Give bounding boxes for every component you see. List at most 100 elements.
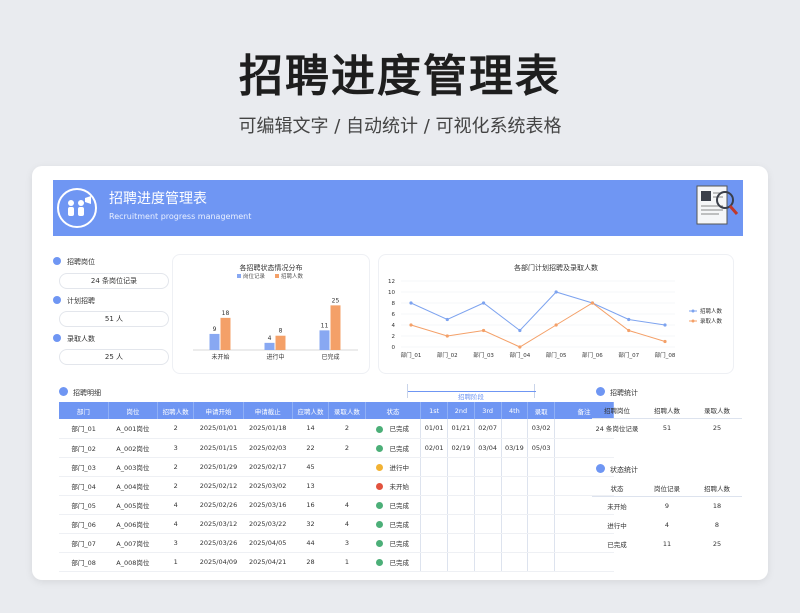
table-cell (420, 533, 448, 553)
column-header[interactable]: 3rd (474, 402, 502, 419)
table-cell: 已完成 (607, 540, 627, 549)
table-cell: 4 (664, 520, 670, 529)
column-header[interactable]: 应聘人数 (292, 402, 330, 419)
table-cell: A_001岗位 (108, 419, 158, 439)
table-cell: 01/21 (447, 419, 475, 439)
table-cell: 25 (712, 423, 722, 432)
legend-label: 招聘人数 (700, 307, 723, 315)
column-header[interactable]: 录取 (527, 402, 556, 419)
table-row[interactable]: 部门_06 A_006岗位 4 2025/03/12 2025/03/22 32 4 已完成 (59, 514, 614, 534)
table-row: 未开始 9 18 (592, 496, 742, 515)
table-cell (420, 476, 448, 496)
x-tick-label: 进行中 (266, 353, 284, 361)
x-tick-label: 部门_01 (401, 351, 422, 359)
table-cell: 2025/01/15 (193, 438, 244, 458)
table-cell: 已完成 (365, 419, 421, 439)
column-header: 招聘人数 (642, 402, 692, 419)
column-header: 招聘人数 (692, 480, 742, 497)
table-row[interactable]: 部门_07 A_007岗位 3 2025/03/26 2025/04/05 44 3 已完成 (59, 533, 614, 553)
column-header[interactable]: 1st (420, 402, 449, 419)
column-header[interactable]: 录取人数 (328, 402, 366, 419)
table-row: 进行中 4 8 (592, 515, 742, 534)
table-cell: 2025/02/26 (193, 495, 244, 515)
table-cell: 2025/04/09 (193, 552, 244, 572)
table-cell: A_002岗位 (108, 438, 158, 458)
table-cell: 部门_02 (59, 438, 109, 458)
data-point (518, 345, 522, 349)
list-icon (59, 387, 68, 396)
column-header[interactable]: 部门 (59, 402, 109, 419)
column-header: 录取人数 (692, 402, 742, 419)
column-header[interactable]: 岗位 (108, 402, 158, 419)
table-cell (447, 514, 475, 534)
table-cell: 进行中 (607, 521, 627, 530)
department-line-chart-panel: 各部门计划招聘及录取人数 0 2 4 6 8 10 12 部门_01 部门_02 部门_03 部门_… (378, 254, 734, 374)
grid-icon (596, 464, 605, 473)
column-header[interactable]: 招聘人数 (157, 402, 195, 419)
table-cell: 03/02 (527, 419, 555, 439)
table-cell: 3 (328, 533, 366, 553)
table-cell: 32 (292, 514, 329, 534)
table-cell (527, 495, 555, 515)
y-tick-label: 4 (392, 323, 396, 329)
legend-label: 招聘人数 (281, 272, 304, 280)
table-row[interactable]: 部门_08 A_008岗位 1 2025/04/09 2025/04/21 28 1 已完成 (59, 552, 614, 572)
table-row[interactable]: 部门_03 A_003岗位 2 2025/01/29 2025/02/17 45 进行中 (59, 457, 614, 477)
legend-marker (691, 319, 695, 323)
data-point (663, 323, 667, 327)
column-header[interactable]: 2nd (447, 402, 475, 419)
column-header[interactable]: 4th (501, 402, 529, 419)
x-tick-label: 未开始 (211, 353, 229, 361)
hero-subtitle: 可编辑文字 / 自动统计 / 可视化系统表格 (238, 116, 562, 137)
table-cell (500, 552, 528, 572)
table-row[interactable]: 部门_04 A_004岗位 2 2025/02/12 2025/03/02 13 未开始 (59, 476, 614, 496)
check-icon (53, 334, 61, 342)
y-tick-label: 2 (392, 334, 396, 340)
table-cell: 未开始 (607, 502, 627, 511)
bar (209, 333, 220, 350)
table-cell: 已完成 (365, 495, 421, 515)
bar-data-label: 25 (332, 297, 340, 304)
table-cell (554, 438, 614, 458)
table-cell: 部门_08 (59, 552, 109, 572)
table-cell: 2025/02/17 (243, 457, 293, 477)
table-row[interactable]: 部门_02 A_002岗位 3 2025/01/15 2025/02/03 22 2 已完成 0… (59, 438, 614, 458)
table-cell: 已完成 (365, 552, 421, 572)
legend-swatch (275, 274, 279, 278)
table-cell: 11 (662, 539, 672, 548)
banner-subtitle: Recruitment progress management (109, 212, 252, 221)
bar (220, 317, 231, 350)
header-banner: 招聘进度管理表 Recruitment progress management (53, 180, 743, 236)
summary-label-hired: 录取人数 (67, 335, 95, 343)
status-indicator-icon (376, 464, 384, 471)
hero-title: 招聘进度管理表 (239, 51, 561, 102)
bar (264, 342, 275, 350)
column-header[interactable]: 申请开始 (193, 402, 244, 419)
table-cell: A_007岗位 (108, 533, 158, 553)
table-cell: 2025/02/03 (243, 438, 293, 458)
table-cell (500, 514, 528, 534)
table-row[interactable]: 部门_01 A_001岗位 2 2025/01/01 2025/01/18 14 2 已完成 0… (59, 419, 614, 439)
y-tick-label: 6 (392, 312, 396, 318)
status-indicator-icon (376, 559, 384, 566)
data-point (445, 334, 449, 338)
info-icon (53, 257, 61, 265)
data-point (409, 301, 413, 305)
status-text: 已完成 (389, 558, 409, 567)
table-cell: 2 (157, 457, 194, 477)
column-header[interactable]: 状态 (365, 402, 422, 419)
table-cell: 部门_03 (59, 457, 109, 477)
column-header[interactable]: 申请截止 (243, 402, 293, 419)
data-point (409, 323, 413, 327)
table-cell: 28 (292, 552, 329, 572)
table-row[interactable]: 部门_05 A_005岗位 4 2025/02/26 2025/03/16 16 4 已完成 (59, 495, 614, 515)
table-cell: 45 (292, 457, 329, 477)
summary-value-positions: 24 条岗位记录 (59, 273, 169, 289)
table-cell (473, 514, 502, 534)
column-header: 状态 (592, 480, 642, 497)
status-indicator-icon (376, 502, 384, 509)
table-cell: 2025/03/26 (193, 533, 244, 553)
table-cell: 3 (157, 438, 194, 458)
x-tick-label: 部门_04 (509, 351, 530, 359)
x-tick-label: 部门_07 (618, 351, 639, 359)
